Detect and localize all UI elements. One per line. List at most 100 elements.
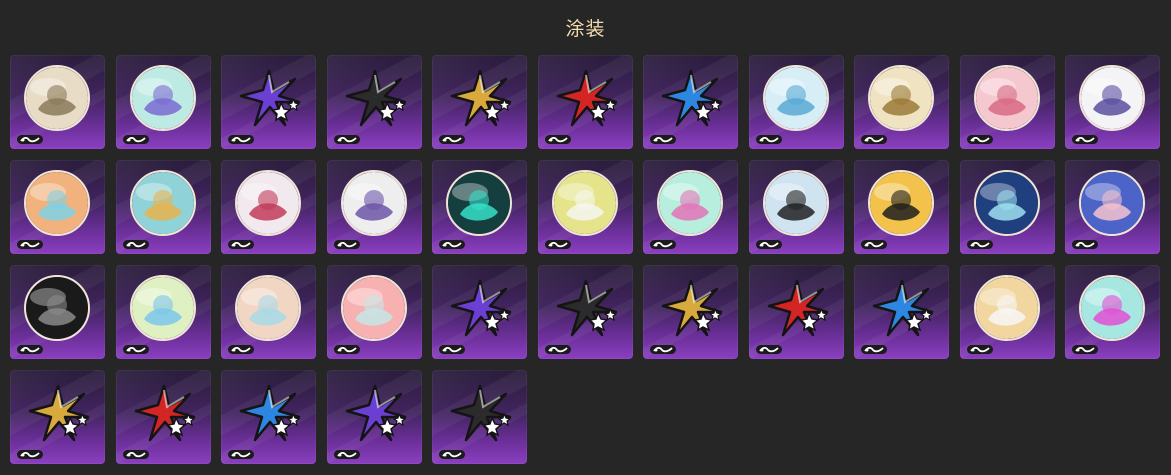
page-title: 涂装 [565, 18, 606, 40]
ghost-cat-icon [235, 275, 301, 341]
paint-type-icon [122, 238, 149, 250]
paint-type-icon [17, 448, 43, 460]
penguin-icon [762, 170, 829, 236]
black-star-icon [446, 378, 514, 446]
red-star-icon [552, 63, 620, 131]
paint-tile[interactable] [115, 160, 211, 254]
paint-tile[interactable] [115, 370, 211, 464]
black-star-icon [552, 273, 620, 341]
cow-pattern-icon [868, 170, 934, 236]
blue-star-icon [868, 273, 936, 341]
crystal-shard-icon [24, 170, 90, 236]
paint-tile[interactable] [537, 55, 633, 149]
character-portrait-icon [24, 65, 90, 131]
purple-star-icon [446, 273, 514, 341]
blue-star-icon [235, 378, 303, 446]
paint-tile[interactable] [326, 370, 422, 464]
teal-knot-icon [446, 170, 512, 236]
paint-type-icon [966, 238, 993, 250]
paint-tile[interactable] [10, 265, 105, 359]
paint-tile[interactable] [326, 265, 422, 359]
gold-star-icon [657, 273, 725, 341]
paint-type-icon [966, 133, 993, 145]
paint-tile[interactable] [1065, 160, 1160, 254]
paint-tile[interactable] [537, 265, 633, 359]
paint-type-icon [439, 343, 465, 355]
paint-type-icon [333, 343, 360, 355]
paint-type-icon [755, 238, 782, 250]
paint-tile[interactable] [115, 265, 211, 359]
paint-type-icon [544, 343, 571, 355]
paint-tile[interactable] [326, 55, 422, 149]
paint-type-icon [966, 343, 993, 355]
black-star-icon [341, 63, 409, 131]
paint-tile[interactable] [221, 370, 316, 464]
paint-type-icon [544, 133, 571, 145]
paint-tile[interactable] [10, 160, 105, 254]
wave-orb-icon [762, 65, 829, 131]
paint-type-icon [861, 133, 887, 145]
paint-type-icon [333, 133, 360, 145]
paint-tile[interactable] [221, 265, 316, 359]
paint-type-icon [861, 343, 887, 355]
paint-tile[interactable] [432, 265, 527, 359]
paint-type-icon [439, 133, 465, 145]
sparkle-bubble-icon [657, 170, 723, 236]
paint-tile[interactable] [748, 55, 844, 149]
paint-tile[interactable] [1065, 55, 1160, 149]
paint-type-icon [544, 238, 571, 250]
paint-tile[interactable] [748, 160, 844, 254]
paint-tile[interactable] [10, 370, 105, 464]
pink-portrait-icon [973, 65, 1040, 131]
paint-type-icon [228, 343, 254, 355]
paint-tile[interactable] [115, 55, 211, 149]
paint-type-icon [650, 238, 676, 250]
paint-tile[interactable] [959, 55, 1055, 149]
paint-tile[interactable] [221, 55, 316, 149]
dark-house-icon [24, 275, 90, 341]
moon-eye-icon [340, 170, 407, 236]
paint-tile[interactable] [854, 160, 949, 254]
paint-type-icon [122, 343, 149, 355]
paint-type-icon [333, 238, 360, 250]
paint-tile[interactable] [326, 160, 422, 254]
pink-cat-icon [1079, 275, 1145, 341]
paint-tile[interactable] [537, 160, 633, 254]
gold-emblem-icon [868, 65, 934, 131]
paint-tile[interactable] [432, 160, 527, 254]
angel-cat-icon [340, 275, 407, 341]
paint-type-icon [1072, 133, 1098, 145]
paint-tile[interactable] [854, 265, 949, 359]
paint-tile[interactable] [643, 160, 738, 254]
paint-tile[interactable] [432, 55, 527, 149]
purple-star-icon [341, 378, 409, 446]
paint-type-icon [439, 448, 465, 460]
paint-tile[interactable] [221, 160, 316, 254]
paint-type-icon [228, 133, 254, 145]
paint-type-icon [1072, 343, 1098, 355]
blue-star-icon [657, 63, 725, 131]
paint-tile[interactable] [643, 265, 738, 359]
paint-tile[interactable] [854, 55, 949, 149]
paint-type-icon [1072, 238, 1098, 250]
landscape-dome-icon [973, 170, 1040, 236]
paint-type-icon [861, 238, 887, 250]
paint-tile[interactable] [432, 370, 527, 464]
gold-star-icon [24, 378, 92, 446]
purple-star-icon [235, 63, 303, 131]
paint-tile[interactable] [748, 265, 844, 359]
paint-type-icon [755, 343, 782, 355]
paint-tile[interactable] [1065, 265, 1160, 359]
paint-type-icon [228, 238, 254, 250]
paint-type-icon [228, 448, 254, 460]
paint-type-icon [439, 238, 465, 250]
paint-tile[interactable] [643, 55, 738, 149]
paint-type-icon [17, 343, 43, 355]
paint-tile[interactable] [959, 160, 1055, 254]
paint-tile[interactable] [10, 55, 105, 149]
paint-tile[interactable] [959, 265, 1055, 359]
paint-grid [10, 55, 1160, 464]
red-star-icon [763, 273, 831, 341]
pink-girl-icon [1079, 170, 1145, 236]
paint-type-icon [755, 133, 782, 145]
